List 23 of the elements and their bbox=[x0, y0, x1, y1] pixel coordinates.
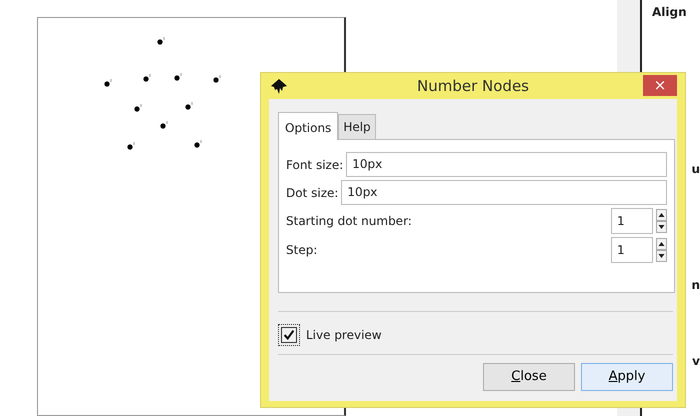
dialog-title: Number Nodes bbox=[417, 76, 529, 97]
text-field[interactable]: 10px bbox=[341, 180, 667, 205]
checkbox[interactable] bbox=[278, 324, 300, 346]
spinner-arrows-icon[interactable] bbox=[656, 209, 667, 233]
close-button[interactable]: × bbox=[643, 75, 677, 96]
checkbox-label: Live preview bbox=[306, 327, 382, 344]
tab[interactable]: Options bbox=[278, 112, 338, 140]
cut-off-text: v bbox=[692, 353, 700, 370]
number-field[interactable]: 1 bbox=[611, 237, 653, 263]
field-label: Font size: bbox=[286, 156, 344, 174]
field-label: Dot size: bbox=[286, 184, 338, 202]
number-field[interactable]: 1 bbox=[611, 208, 653, 234]
text-field[interactable]: 10px bbox=[346, 152, 667, 177]
dialog-button[interactable]: Apply bbox=[581, 363, 673, 391]
app-logo-icon bbox=[271, 79, 287, 94]
spinner-arrows-icon[interactable] bbox=[656, 238, 667, 262]
cut-off-text: u bbox=[691, 161, 700, 178]
field-label: Step: bbox=[286, 242, 318, 259]
panel-title: Align bbox=[652, 4, 688, 21]
tab[interactable]: Help bbox=[338, 114, 376, 139]
dialog-button[interactable]: Close bbox=[483, 363, 575, 391]
field-label: Starting dot number: bbox=[286, 213, 412, 230]
cut-off-text: n bbox=[691, 277, 700, 294]
